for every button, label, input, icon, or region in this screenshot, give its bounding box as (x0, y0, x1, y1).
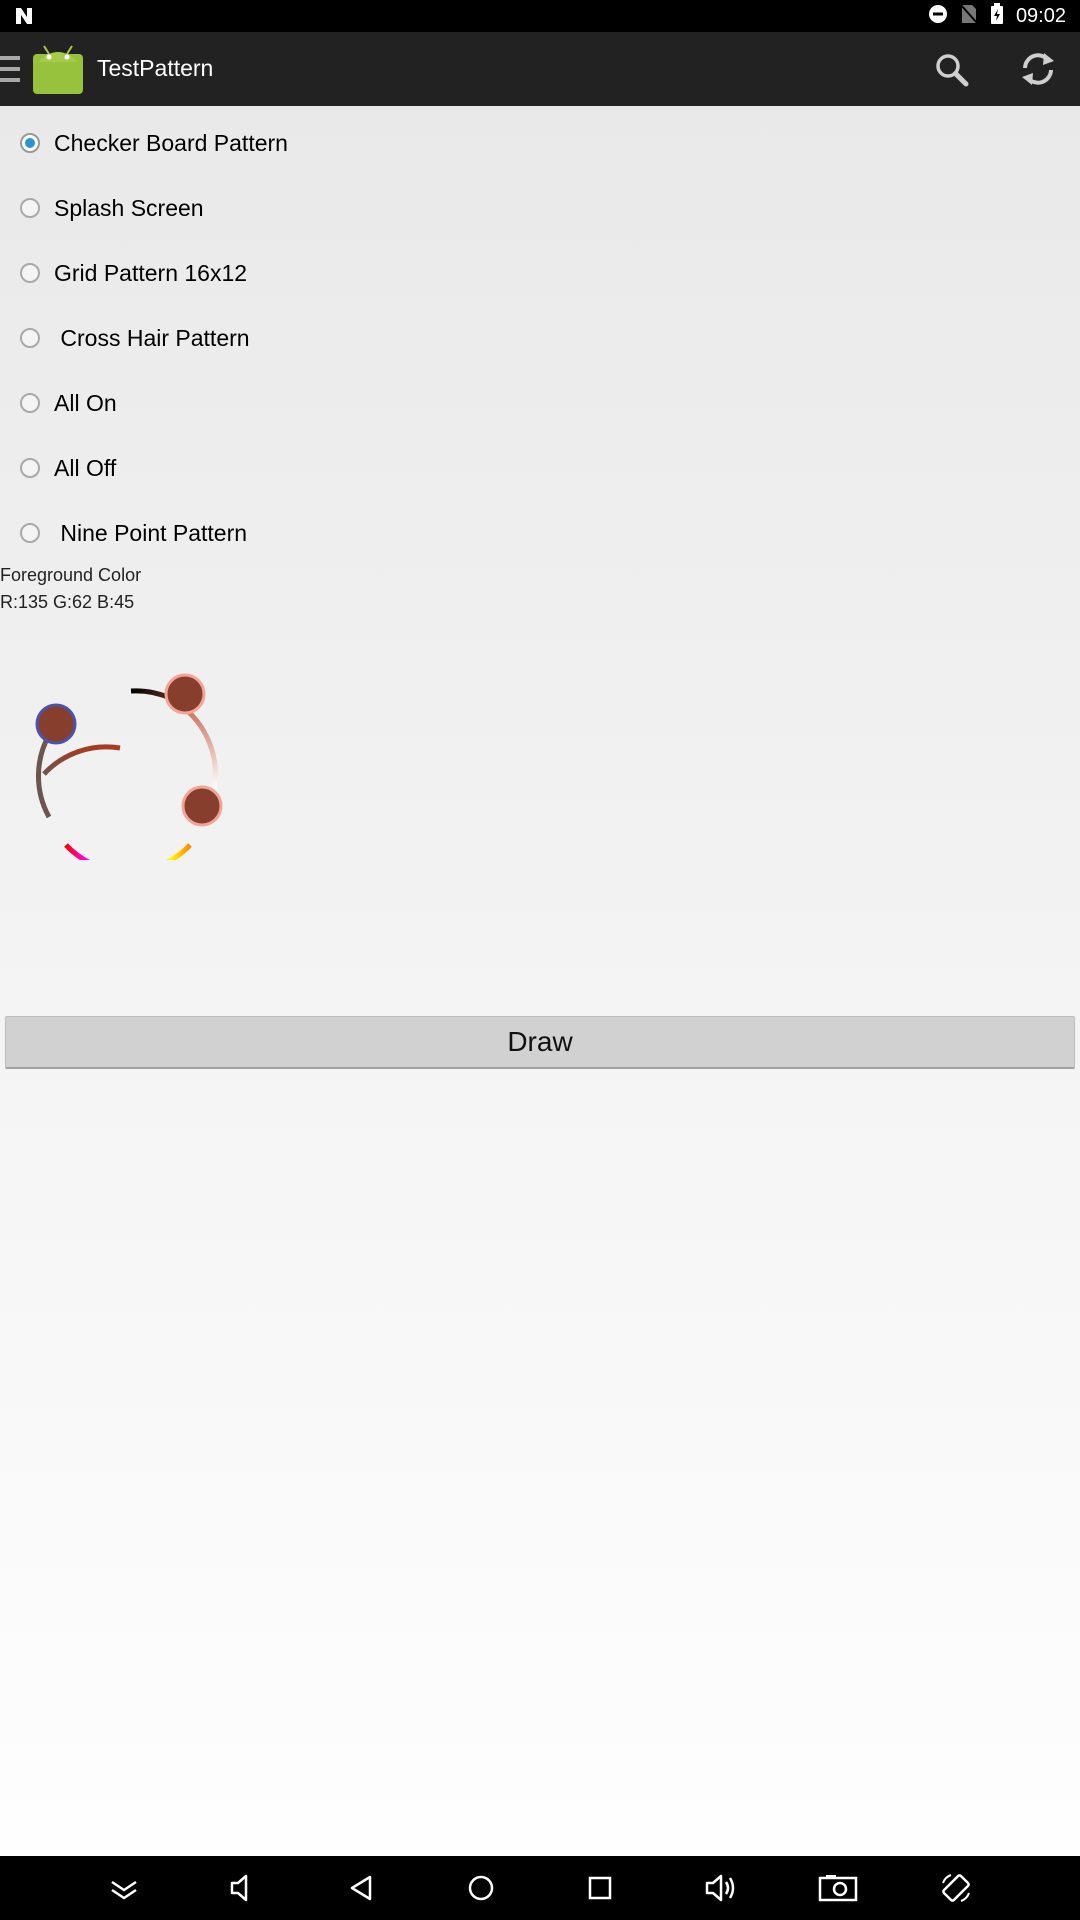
saturation-arc (178, 702, 218, 790)
color-arc-red (42, 744, 121, 776)
radio-unchecked[interactable] (20, 523, 40, 543)
radio-unchecked[interactable] (20, 198, 40, 218)
hue-handle[interactable] (35, 703, 77, 745)
refresh-icon[interactable] (1017, 48, 1059, 90)
pattern-option-all-off[interactable]: All Off (0, 440, 420, 496)
hue-arc (64, 843, 192, 860)
collapse-icon[interactable] (108, 1872, 140, 1904)
pattern-label: Grid Pattern 16x12 (54, 259, 248, 286)
search-icon[interactable] (932, 50, 972, 90)
pattern-option-cross-hair[interactable]: Cross Hair Pattern (0, 310, 420, 366)
radio-unchecked[interactable] (20, 328, 40, 348)
no-sim-icon (960, 3, 978, 29)
saturation-handle[interactable] (181, 785, 223, 827)
radio-unchecked[interactable] (20, 458, 40, 478)
pattern-label: Checker Board Pattern (54, 129, 288, 156)
rotate-icon[interactable] (940, 1872, 972, 1904)
pattern-option-all-on[interactable]: All On (0, 375, 420, 431)
content-area: Checker Board Pattern Splash Screen Grid… (0, 106, 1080, 1856)
volume-down-icon[interactable] (226, 1872, 258, 1904)
pattern-label: Splash Screen (54, 194, 204, 221)
back-icon[interactable] (346, 1872, 378, 1904)
radio-unchecked[interactable] (20, 393, 40, 413)
foreground-color-title: Foreground Color (0, 565, 142, 585)
pattern-label: All On (54, 389, 117, 416)
pattern-option-checker-board[interactable]: Checker Board Pattern (0, 115, 420, 171)
volume-up-icon[interactable] (703, 1872, 735, 1904)
status-time: 09:02 (1015, 4, 1066, 27)
status-bar: 09:02 (0, 0, 1080, 32)
pattern-label: Cross Hair Pattern (54, 324, 250, 351)
screenshot-icon[interactable] (818, 1872, 858, 1904)
app-title: TestPattern (97, 55, 214, 81)
notification-n-icon (14, 6, 34, 31)
do-not-disturb-icon (928, 4, 948, 29)
radio-checked[interactable] (20, 133, 40, 153)
pattern-option-splash-screen[interactable]: Splash Screen (0, 180, 420, 236)
pattern-label: Nine Point Pattern (54, 519, 248, 546)
home-icon[interactable] (465, 1872, 497, 1904)
draw-button[interactable]: Draw (5, 1016, 1075, 1069)
menu-icon[interactable] (0, 54, 22, 89)
color-arc-left (35, 733, 52, 819)
recents-icon[interactable] (584, 1872, 616, 1904)
pattern-label: All Off (54, 454, 117, 481)
color-wheel-picker[interactable] (30, 660, 230, 860)
foreground-color-value: R:135 G:62 B:45 (0, 592, 135, 612)
navigation-bar (0, 1856, 1080, 1920)
value-arc (130, 688, 172, 701)
pattern-option-grid[interactable]: Grid Pattern 16x12 (0, 245, 420, 301)
battery-icon (990, 2, 1004, 30)
android-app-icon[interactable] (30, 40, 86, 101)
pattern-option-nine-point[interactable]: Nine Point Pattern (0, 505, 420, 561)
radio-unchecked[interactable] (20, 263, 40, 283)
value-handle[interactable] (164, 673, 206, 715)
action-bar: TestPattern (0, 32, 1080, 106)
